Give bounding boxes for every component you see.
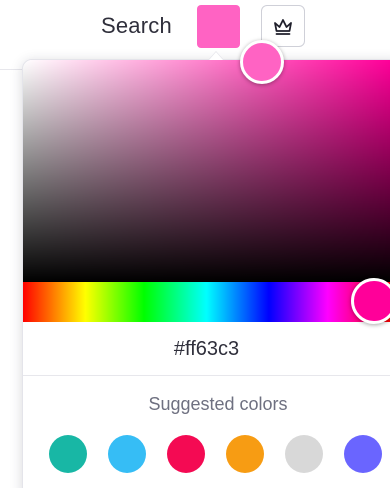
suggested-color-swatch[interactable] bbox=[167, 435, 205, 473]
popover-arrow bbox=[209, 52, 223, 60]
suggested-color-swatch[interactable] bbox=[226, 435, 264, 473]
crown-icon bbox=[274, 19, 292, 35]
suggested-color-swatch[interactable] bbox=[49, 435, 87, 473]
suggested-color-swatch[interactable] bbox=[344, 435, 382, 473]
color-swatch-button[interactable] bbox=[197, 5, 240, 48]
saturation-area[interactable] bbox=[23, 60, 390, 282]
hex-input[interactable] bbox=[23, 324, 390, 374]
hex-divider bbox=[23, 375, 390, 376]
search-label[interactable]: Search bbox=[101, 13, 172, 39]
page: Search Suggested colors bbox=[0, 0, 390, 488]
hue-slider[interactable] bbox=[23, 282, 390, 322]
suggested-colors-label: Suggested colors bbox=[148, 394, 288, 414]
saturation-handle[interactable] bbox=[240, 40, 284, 84]
suggested-color-swatch[interactable] bbox=[108, 435, 146, 473]
suggested-color-swatch[interactable] bbox=[285, 435, 323, 473]
hue-handle[interactable] bbox=[351, 278, 390, 324]
